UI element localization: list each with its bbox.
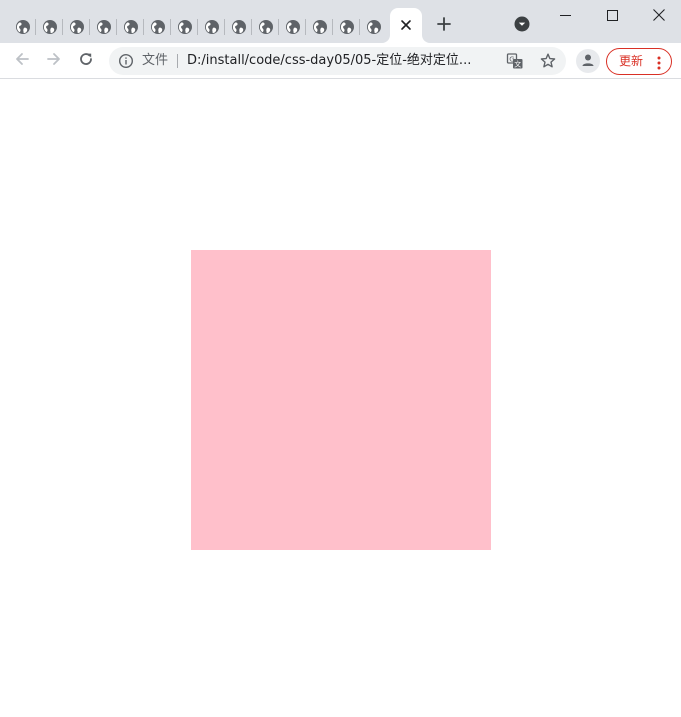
globe-icon — [15, 19, 31, 35]
globe-icon — [231, 19, 247, 35]
chip-divider — [177, 54, 178, 68]
update-label: 更新 — [619, 54, 644, 68]
update-button[interactable]: 更新 — [606, 48, 672, 75]
globe-icon — [285, 19, 301, 35]
close-icon[interactable] — [400, 16, 412, 35]
globe-icon — [204, 19, 220, 35]
globe-icon — [312, 19, 328, 35]
tab-5[interactable] — [117, 10, 144, 43]
tab-search-button[interactable] — [510, 14, 534, 38]
tab-9[interactable] — [225, 10, 252, 43]
reload-button[interactable] — [71, 46, 101, 76]
more-vert-icon — [657, 55, 661, 70]
browser-toolbar: 文件 D:/install/code/css-day05/05-定位-绝对定位.… — [0, 43, 681, 79]
close-icon — [652, 6, 665, 25]
globe-icon — [150, 19, 166, 35]
chevron-down-icon — [514, 16, 530, 36]
plus-icon — [437, 16, 451, 35]
translate-icon[interactable]: G文 — [506, 52, 524, 70]
url-text[interactable]: D:/install/code/css-day05/05-定位-绝对定位... — [187, 47, 497, 75]
tab-7[interactable] — [171, 10, 198, 43]
svg-text:文: 文 — [514, 60, 521, 69]
tab-6[interactable] — [144, 10, 171, 43]
info-icon[interactable] — [118, 53, 134, 69]
minimize-button[interactable] — [543, 0, 588, 30]
site-info-chip[interactable]: 文件 — [142, 47, 168, 75]
globe-icon — [366, 19, 382, 35]
globe-icon — [69, 19, 85, 35]
pink-box — [191, 250, 491, 550]
person-icon — [581, 52, 595, 71]
tab-13[interactable] — [333, 10, 360, 43]
globe-icon — [339, 19, 355, 35]
reload-icon — [78, 51, 94, 71]
minimize-icon — [560, 6, 571, 25]
new-tab-button[interactable] — [431, 12, 457, 38]
star-icon[interactable] — [539, 52, 557, 70]
back-button[interactable] — [7, 46, 37, 76]
arrow-left-icon — [14, 51, 30, 71]
window-close-button[interactable] — [636, 0, 681, 30]
tab-1[interactable] — [9, 10, 36, 43]
tab-2[interactable] — [36, 10, 63, 43]
forward-button[interactable] — [39, 46, 69, 76]
tab-4[interactable] — [90, 10, 117, 43]
page-viewport — [0, 80, 681, 717]
arrow-right-icon — [46, 51, 62, 71]
profile-button[interactable] — [576, 49, 600, 73]
address-bar[interactable]: 文件 D:/install/code/css-day05/05-定位-绝对定位.… — [109, 47, 566, 75]
globe-icon — [42, 19, 58, 35]
globe-icon — [177, 19, 193, 35]
tab-3[interactable] — [63, 10, 90, 43]
tabs-row — [9, 10, 387, 43]
globe-icon — [123, 19, 139, 35]
tab-strip — [0, 0, 681, 43]
tab-12[interactable] — [306, 10, 333, 43]
tab-10[interactable] — [252, 10, 279, 43]
tab-8[interactable] — [198, 10, 225, 43]
maximize-button[interactable] — [590, 0, 635, 30]
globe-icon — [258, 19, 274, 35]
active-tab[interactable] — [390, 8, 422, 43]
tab-11[interactable] — [279, 10, 306, 43]
maximize-icon — [607, 6, 618, 25]
globe-icon — [96, 19, 112, 35]
